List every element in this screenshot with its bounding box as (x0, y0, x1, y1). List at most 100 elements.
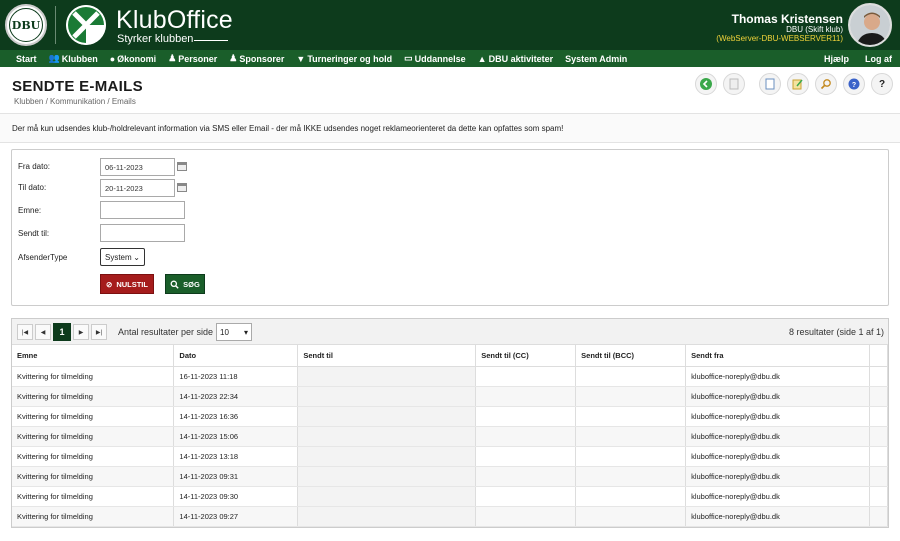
user-club-link[interactable]: DBU (Skift klub) (786, 25, 843, 34)
disabled-action-button[interactable] (723, 73, 745, 95)
cell-extra (869, 386, 889, 407)
reset-button[interactable]: ⊘ NULSTIL (100, 274, 154, 294)
subject-input[interactable] (100, 201, 185, 219)
cell-cc (475, 366, 577, 387)
cell-bcc (575, 446, 687, 467)
cell-cc (475, 426, 577, 447)
nav-okonomi[interactable]: ● Økonomi (104, 54, 162, 64)
cell-cc (475, 406, 577, 427)
from-date-input[interactable] (100, 158, 175, 176)
cell-sent-to (297, 386, 477, 407)
help-button[interactable]: ? (871, 73, 893, 95)
back-button[interactable] (695, 73, 717, 95)
table-row[interactable]: Kvittering for tilmelding 14-11-2023 16:3… (12, 406, 889, 427)
first-page-icon: |◀ (21, 329, 29, 336)
cell-extra (869, 486, 889, 508)
cell-date: 14-11-2023 09:31 (173, 466, 299, 488)
subject-label: Emne: (18, 206, 42, 215)
cell-sent-to (297, 446, 477, 467)
avatar[interactable] (848, 3, 892, 47)
search-submit-button[interactable]: SØG (165, 274, 205, 294)
sender-type-select[interactable]: System ⌄ (100, 248, 145, 266)
nav-uddannelse-label: Uddannelse (414, 53, 466, 64)
kluboffice-logo-icon[interactable] (66, 5, 106, 45)
nav-klubben[interactable]: 👥 Klubben (43, 53, 104, 64)
column-header-extra (869, 345, 889, 367)
first-page-button[interactable]: |◀ (17, 324, 33, 340)
sent-to-input[interactable] (100, 224, 185, 242)
column-header-subject[interactable]: Emne (12, 345, 175, 367)
back-arrow-icon (700, 78, 712, 90)
nav-uddannelse[interactable]: ▭ Uddannelse (398, 53, 472, 64)
nav-system-admin[interactable]: System Admin (559, 54, 633, 64)
pager: |◀ ◀ 1 ▶ ▶| Antal resultater per side 10… (12, 319, 888, 345)
sponsor-icon: ♟ (229, 53, 238, 63)
app-header: DBU KlubOffice Styrker klubben Thomas Kr… (0, 0, 900, 50)
next-page-button[interactable]: ▶ (73, 324, 89, 340)
nav-start[interactable]: Start (0, 54, 43, 64)
brand-underline (194, 40, 228, 41)
cell-extra (869, 506, 889, 528)
table-row[interactable]: Kvittering for tilmelding 16-11-2023 11:1… (12, 366, 889, 387)
nav-turneringer[interactable]: ▼ Turneringer og hold (290, 54, 398, 64)
nav-help[interactable]: Hjælp (816, 54, 857, 64)
next-page-icon: ▶ (78, 329, 84, 336)
cell-cc (475, 446, 577, 467)
per-page-select[interactable]: 10 ▾ (216, 323, 252, 341)
user-name[interactable]: Thomas Kristensen (732, 12, 843, 26)
cell-extra (869, 426, 889, 447)
table-row[interactable]: Kvittering for tilmelding 14-11-2023 15:0… (12, 426, 889, 447)
column-header-sent-to[interactable]: Sendt til (297, 345, 477, 367)
cell-cc (475, 506, 577, 528)
edit-button[interactable] (787, 73, 809, 95)
cell-date: 14-11-2023 09:27 (173, 506, 299, 528)
table-row[interactable]: Kvittering for tilmelding 14-11-2023 09:3… (12, 486, 889, 508)
new-document-button[interactable] (759, 73, 781, 95)
table-row[interactable]: Kvittering for tilmelding 14-11-2023 13:1… (12, 446, 889, 467)
nav-sponsorer[interactable]: ♟ Sponsorer (223, 53, 290, 64)
cell-extra (869, 406, 889, 427)
column-header-cc[interactable]: Sendt til (CC) (475, 345, 577, 367)
cell-subject: Kvittering for tilmelding (12, 426, 175, 447)
calendar-icon[interactable] (177, 183, 187, 192)
table-row[interactable]: Kvittering for tilmelding 14-11-2023 09:2… (12, 506, 889, 528)
column-header-date[interactable]: Dato (173, 345, 299, 367)
server-label: (WebServer-DBU-WEBSERVER11) (716, 34, 843, 43)
table-row[interactable]: Kvittering for tilmelding 14-11-2023 09:3… (12, 466, 889, 488)
graduation-cap-icon: ▲ (477, 53, 487, 64)
calendar-icon[interactable] (177, 162, 187, 171)
cell-sent-to (297, 426, 477, 447)
cell-sent-to (297, 506, 477, 528)
nav-dbu-aktiviteter[interactable]: ▲ DBU aktiviteter (472, 54, 559, 64)
nav-logout[interactable]: Log af (857, 54, 900, 64)
from-date-label: Fra dato: (18, 162, 51, 171)
new-document-icon (765, 78, 775, 90)
column-header-sent-from[interactable]: Sendt fra (685, 345, 870, 367)
table-row[interactable]: Kvittering for tilmelding 14-11-2023 22:3… (12, 386, 889, 407)
dbu-logo[interactable]: DBU (5, 4, 47, 46)
edit-icon (792, 79, 803, 90)
search-button[interactable] (815, 73, 837, 95)
cell-date: 16-11-2023 11:18 (173, 366, 299, 387)
to-date-input[interactable] (100, 179, 175, 197)
column-header-bcc[interactable]: Sendt til (BCC) (575, 345, 687, 367)
info-button[interactable]: ? (843, 73, 865, 95)
cell-date: 14-11-2023 09:30 (173, 486, 299, 508)
sent-to-label: Sendt til: (18, 229, 50, 238)
current-page-button[interactable]: 1 (53, 323, 71, 341)
cell-date: 14-11-2023 22:34 (173, 386, 299, 407)
cell-sent-from: kluboffice-noreply@dbu.dk (685, 506, 870, 528)
cell-cc (475, 486, 577, 508)
nav-help-label: Hjælp (823, 53, 849, 64)
cell-cc (475, 386, 577, 407)
breadcrumb[interactable]: Klubben / Kommunikation / Emails (14, 97, 136, 106)
last-page-button[interactable]: ▶| (91, 324, 107, 340)
to-date-label: Til dato: (18, 183, 47, 192)
per-page-value: 10 (220, 327, 229, 337)
prev-page-button[interactable]: ◀ (35, 324, 51, 340)
spam-warning: Der må kun udsendes klub-/holdrelevant i… (0, 113, 900, 143)
nav-system-admin-label: System Admin (565, 53, 628, 64)
cell-sent-to (297, 466, 477, 488)
per-page-label: Antal resultater per side (118, 327, 214, 337)
nav-personer[interactable]: ♟ Personer (162, 53, 223, 64)
